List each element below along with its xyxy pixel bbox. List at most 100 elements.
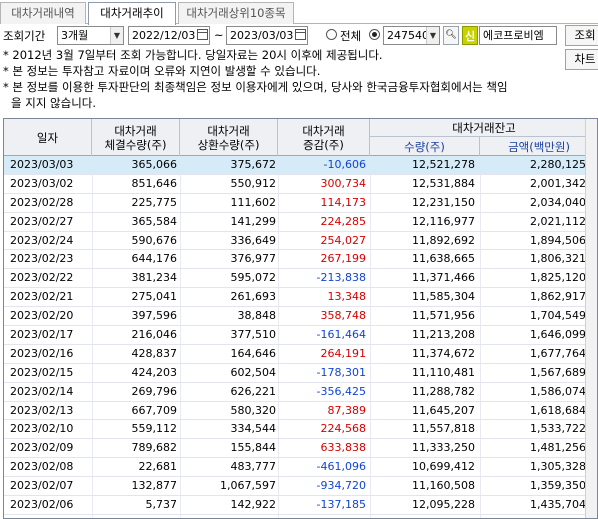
cell-balance-qty: 12,095,228 [412, 498, 475, 512]
cell-date: 2023/02/09 [10, 441, 74, 455]
cell-contract-qty: 132,877 [131, 479, 178, 493]
cell-change: -137,185 [316, 498, 366, 512]
cell-contract-qty: 216,046 [131, 328, 178, 342]
cell-date: 2023/02/17 [10, 328, 74, 342]
cell-balance-qty: 11,110,481 [412, 365, 475, 379]
cell-change: 300,734 [320, 176, 367, 190]
lending-trend-table: 일자 대차거래 체결수량(주) 대차거래 상환수량(주) 대차거래 증감(주) 대차거… [3, 118, 598, 519]
cell-change: 114,173 [320, 195, 367, 209]
cell-balance-amt: 2,280,125 [530, 158, 586, 171]
cell-date: 2023/02/07 [10, 479, 74, 493]
table-row[interactable]: 2023/02/06 5,737 142,922 -137,185 12,095,228… [4, 496, 597, 515]
stock-name-value: 에코프로비엠 [483, 29, 544, 42]
cell-balance-qty: 11,892,692 [412, 233, 475, 247]
cell-balance-amt: 1,395,718 [480, 515, 586, 518]
cell-date: 2023/02/10 [10, 422, 74, 436]
cell-balance-amt: 1,305,328 [530, 460, 586, 474]
cell-balance-amt: 1,825,120 [530, 271, 586, 285]
vertical-scrollbar[interactable] [585, 119, 597, 518]
cell-change: 224,568 [320, 422, 367, 436]
table-row[interactable]: 2023/02/03120,865 1,014,964 -894,099 12,232… [4, 515, 597, 518]
tab-lending-top10[interactable]: 대차거래상위10종목 [178, 2, 294, 24]
cell-balance-qty: 11,213,208 [412, 328, 475, 342]
cell-repay-qty: 141,299 [230, 214, 277, 228]
cell-balance-qty: 11,571,956 [412, 309, 475, 323]
note-line: * 본 정보는 투자참고 자료이며 오류와 지연이 발생할 수 있습니다. [3, 64, 321, 78]
stock-name-field: 에코프로비엠 [479, 26, 557, 45]
table-row[interactable]: 2023/02/27 365,584 141,299 224,285 12,116,97… [4, 213, 597, 232]
cell-repay-qty: 261,693 [230, 290, 277, 304]
cell-balance-amt: 2,034,040 [530, 195, 586, 209]
table-row[interactable]: 2023/02/22 381,234 595,072 -213,838 11,371,4… [4, 269, 597, 289]
table-row[interactable]: 2023/02/28 225,775 111,602 114,173 12,231,15… [4, 194, 597, 213]
date-separator: ~ [214, 28, 224, 42]
date-to-input[interactable]: 2023/03/03 [226, 26, 308, 45]
table-row[interactable]: 2023/02/20 397,596 38,848 358,748 11,571,956… [4, 307, 597, 327]
cell-balance-qty: 12,231,150 [412, 195, 475, 209]
date-from-input[interactable]: 2022/12/03 [128, 26, 210, 45]
cell-change: -10,606 [323, 158, 366, 171]
cell-contract-qty: 22,681 [138, 460, 178, 474]
table-row[interactable]: 2023/03/02 851,646 550,912 300,734 12,531,88… [4, 175, 597, 194]
radio-all[interactable] [326, 29, 337, 40]
search-controls: 조회기간 3개월 ▼ 2022/12/03 ~ 2023/03/03 전체 24… [0, 25, 598, 46]
cell-contract-qty: 275,041 [131, 290, 178, 304]
search-button[interactable]: 조회 [565, 25, 598, 46]
cell-balance-qty: 11,585,304 [412, 290, 475, 304]
cell-date: 2023/02/27 [10, 214, 74, 228]
search-icon[interactable]: 🔍︎ [443, 26, 459, 45]
cell-date: 2023/02/20 [10, 309, 74, 323]
cell-balance-qty: 11,557,818 [412, 422, 475, 436]
note-line: 을 지지 않습니다. [11, 96, 97, 110]
table-row[interactable]: 2023/02/07 132,877 1,067,597 -934,720 11,160… [4, 477, 597, 497]
table-row[interactable]: 2023/02/08 22,681 483,777 -461,096 10,699,41… [4, 458, 597, 478]
cell-date: 2023/02/14 [10, 384, 74, 398]
table-row[interactable]: 2023/02/14 269,796 626,221 -356,425 11,288,7… [4, 383, 597, 402]
table-row[interactable]: 2023/02/10 559,112 334,544 224,568 11,557,81… [4, 420, 597, 440]
table-row[interactable]: 2023/02/16 428,837 164,646 264,191 11,374,67… [4, 345, 597, 364]
cell-change: 358,748 [320, 309, 367, 323]
tab-lending-history[interactable]: 대차거래내역 [0, 2, 86, 24]
stock-code-input[interactable]: 247540 ▼ [383, 26, 440, 45]
table-row[interactable]: 2023/02/17 216,046 377,510 -161,464 11,213,2… [4, 326, 597, 345]
cell-repay-qty: 595,072 [230, 271, 277, 285]
cell-repay-qty: 1,014,964 [182, 515, 276, 518]
table-row[interactable]: 2023/02/24 590,676 336,649 254,027 11,892,69… [4, 232, 597, 251]
cell-contract-qty: 559,112 [131, 422, 178, 436]
cell-contract-qty: 225,775 [131, 195, 178, 209]
table-row[interactable]: 2023/03/03 365,066 375,672 -10,606 12,521,27… [4, 156, 597, 175]
note-line: * 본 정보를 이용한 투자판단의 최종책임은 정보 이용자에게 있으며, 당사… [3, 80, 508, 94]
cell-change: -161,464 [316, 328, 366, 342]
table-row[interactable]: 2023/02/09 789,682 155,844 633,838 11,333,25… [4, 439, 597, 459]
period-select[interactable]: 3개월 ▼ [57, 26, 124, 45]
cell-date: 2023/02/03 [10, 515, 96, 518]
cell-contract-qty: 667,709 [131, 403, 178, 417]
cell-date: 2023/02/24 [10, 233, 74, 247]
cell-change: 13,348 [327, 290, 367, 304]
tab-lending-trend[interactable]: 대차거래추이 [88, 2, 176, 25]
cell-balance-qty: 11,160,508 [412, 479, 475, 493]
radio-stock[interactable] [369, 29, 380, 40]
cell-contract-qty: 644,176 [131, 252, 178, 266]
cell-balance-qty: 12,531,884 [412, 176, 475, 190]
cell-change: 87,389 [327, 403, 367, 417]
table-row[interactable]: 2023/02/21 275,041 261,693 13,348 11,585,304… [4, 288, 597, 308]
cell-balance-qty: 11,638,665 [412, 252, 475, 266]
table-row[interactable]: 2023/02/13 667,709 580,320 87,389 11,645,207… [4, 402, 597, 421]
table-row[interactable]: 2023/02/23 644,176 376,977 267,199 11,638,66… [4, 250, 597, 270]
table-row[interactable]: 2023/02/15 424,203 602,504 -178,301 11,110,4… [4, 364, 597, 383]
calendar-icon[interactable] [197, 29, 208, 40]
chevron-down-icon[interactable]: ▼ [426, 27, 439, 44]
cell-change: 267,199 [320, 252, 367, 266]
cell-repay-qty: 550,912 [230, 176, 277, 190]
cell-balance-qty: 12,116,977 [412, 214, 475, 228]
cell-contract-qty: 5,737 [145, 498, 178, 512]
credit-badge[interactable]: 신 [462, 26, 478, 45]
cell-change: -934,720 [316, 479, 366, 493]
cell-balance-amt: 1,435,704 [530, 498, 586, 512]
chevron-down-icon[interactable]: ▼ [110, 27, 123, 44]
calendar-icon[interactable] [295, 29, 306, 40]
cell-change: 254,027 [320, 233, 367, 247]
cell-repay-qty: 155,844 [230, 441, 277, 455]
info-notes: * 2012년 3월 7일부터 조회 가능합니다. 당일자료는 20시 이후에 … [3, 47, 571, 111]
